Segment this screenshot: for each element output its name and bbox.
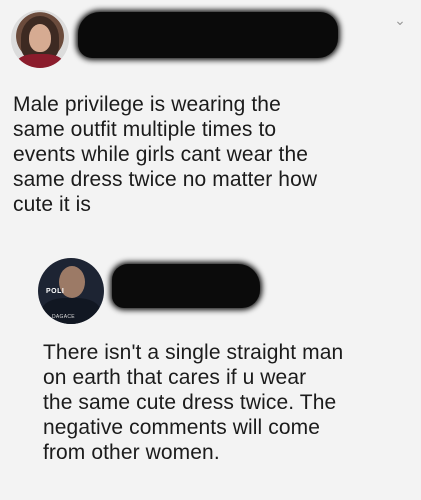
avatar-tag: POLI	[46, 288, 65, 295]
screenshot: ⌄ Male privilege is wearing the same out…	[0, 0, 421, 500]
avatar-shoulders	[42, 298, 100, 324]
reply-text: There isn't a single straight man on ear…	[43, 341, 344, 464]
post-text: Male privilege is wearing the same outfi…	[13, 93, 318, 216]
reply-avatar[interactable]: POLI DAGACE	[38, 258, 104, 324]
chevron-down-icon[interactable]: ⌄	[392, 13, 408, 27]
avatar-tag: DAGACE	[52, 314, 75, 320]
redacted-reply-username	[112, 264, 260, 308]
redacted-username	[78, 12, 338, 58]
avatar-shirt	[17, 54, 63, 68]
avatar[interactable]	[11, 10, 69, 68]
avatar-face	[29, 24, 51, 52]
